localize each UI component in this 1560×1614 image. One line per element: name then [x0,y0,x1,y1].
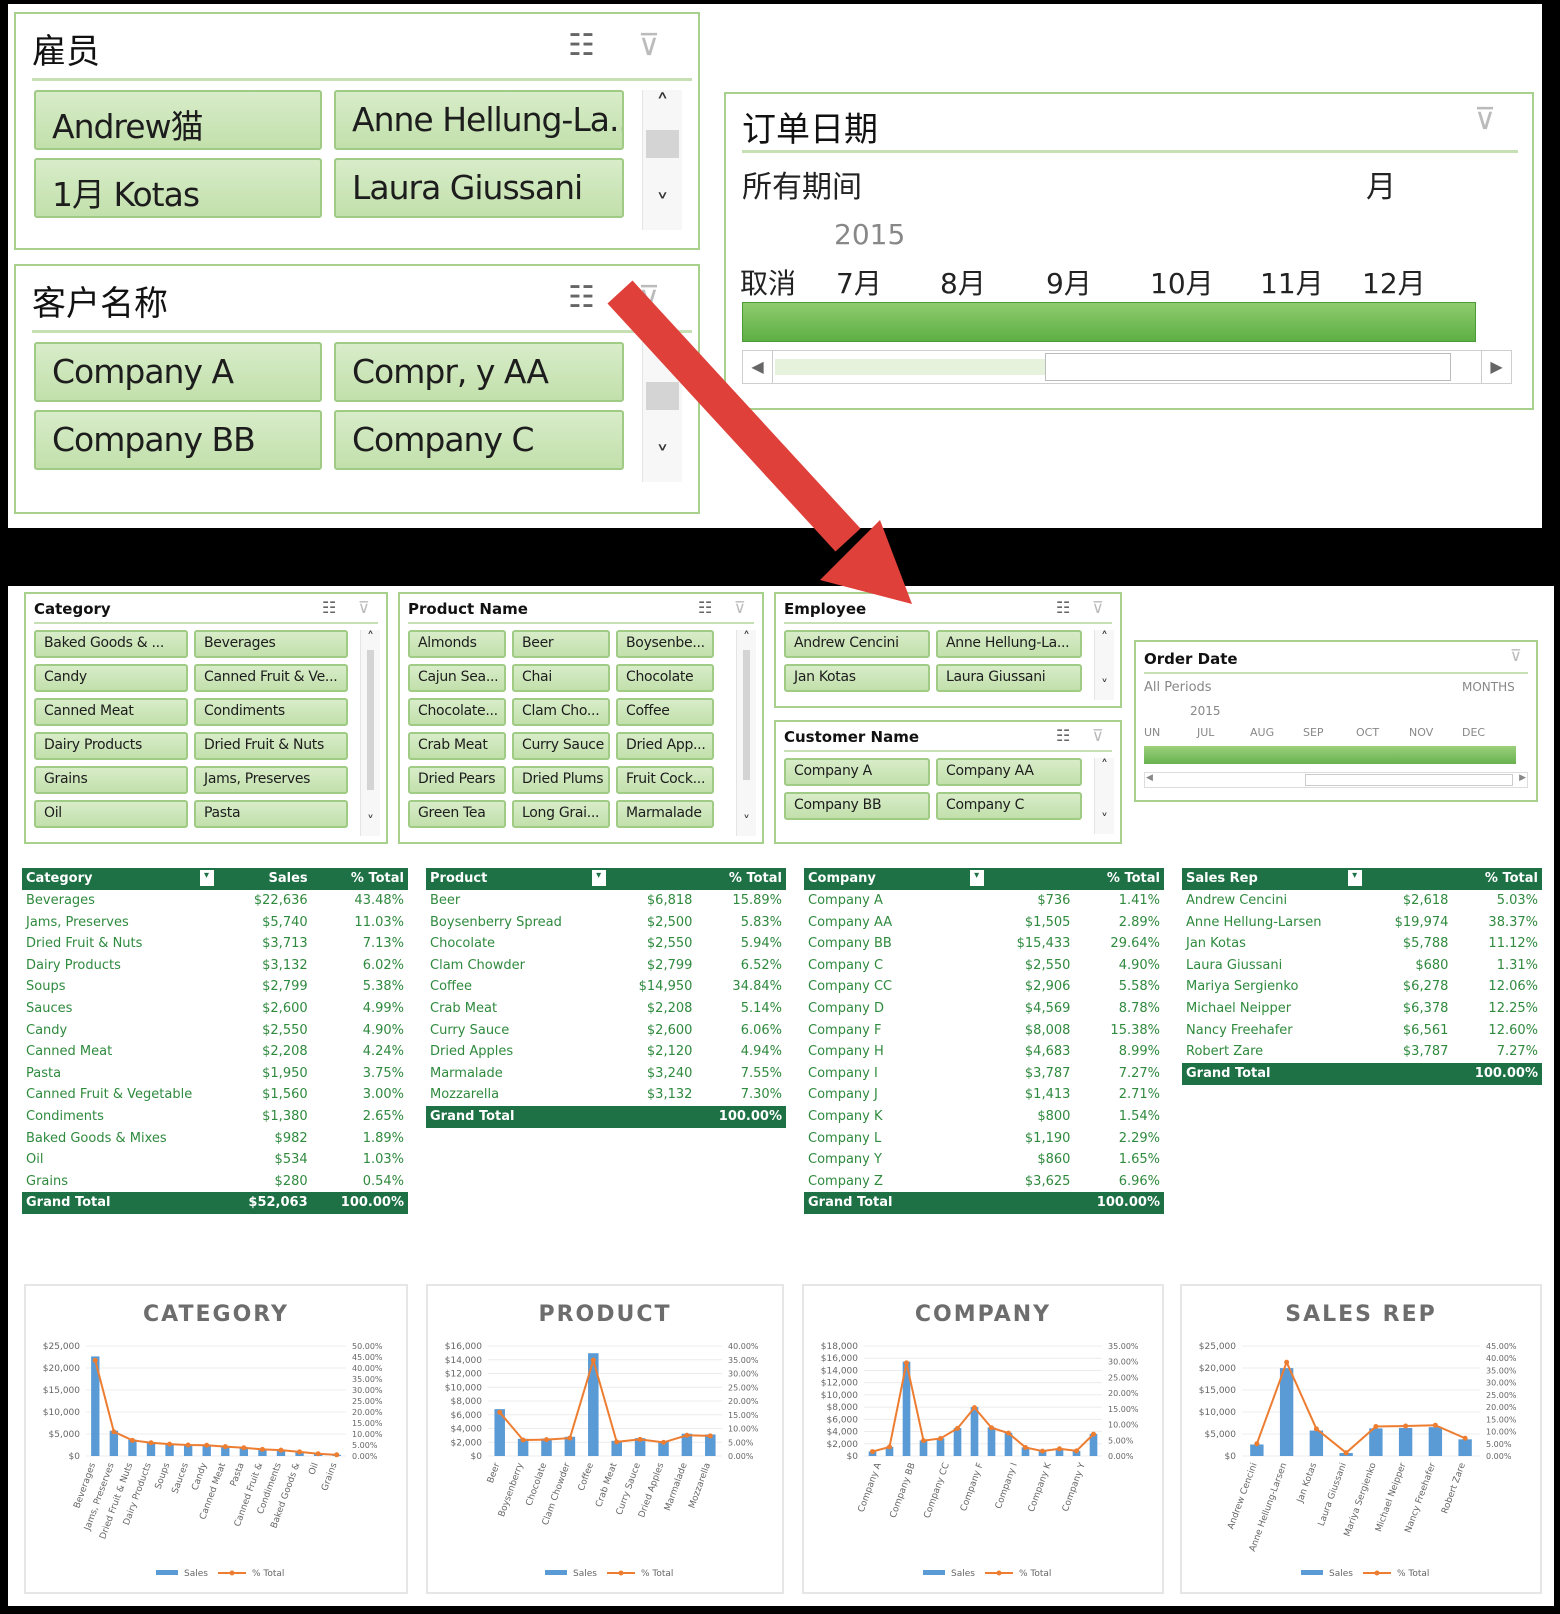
red-arrow-shaft [607,280,861,552]
arrow-overlay [607,280,912,604]
